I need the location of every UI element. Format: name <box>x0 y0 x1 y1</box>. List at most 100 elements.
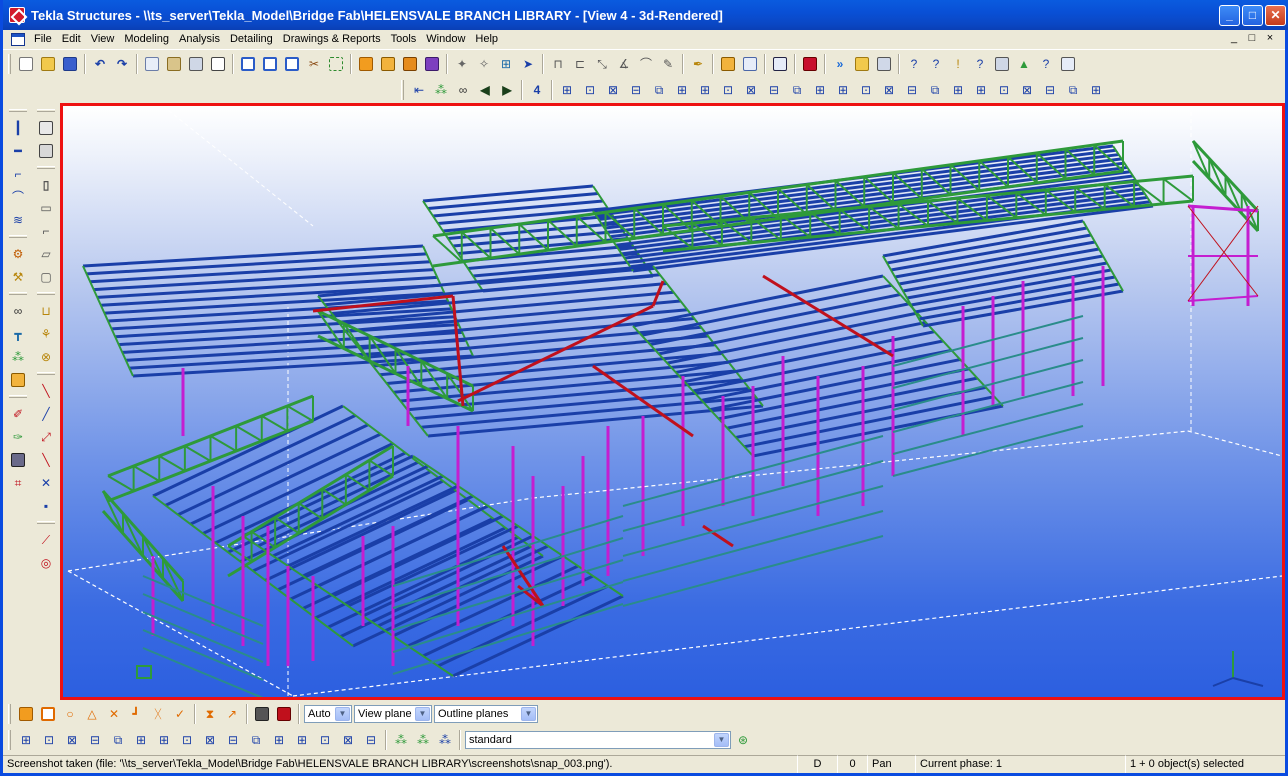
minimize-button[interactable]: _ <box>1219 5 1240 26</box>
select-switch-12-icon[interactable]: ⊞ <box>269 730 289 750</box>
render-icon[interactable] <box>252 704 272 724</box>
snap-midpoint-icon[interactable]: ✧ <box>474 54 494 74</box>
snap-switch-18-icon[interactable]: ⊞ <box>948 80 968 100</box>
purlin[interactable] <box>675 320 927 374</box>
menu-drawings-reports[interactable]: Drawings & Reports <box>278 33 386 45</box>
print-icon[interactable] <box>186 54 206 74</box>
truss-web[interactable] <box>261 415 288 432</box>
clipboard-icon[interactable] <box>208 54 228 74</box>
weld-icon[interactable] <box>400 54 420 74</box>
menu-detailing[interactable]: Detailing <box>225 33 278 45</box>
snap-switch-16-icon[interactable]: ⊟ <box>902 80 922 100</box>
snap-switch-6-icon[interactable]: ⊞ <box>672 80 692 100</box>
select-switch-4-icon[interactable]: ⊟ <box>85 730 105 750</box>
purlin[interactable] <box>437 584 609 668</box>
bolt-icon[interactable] <box>378 54 398 74</box>
new-icon[interactable] <box>16 54 36 74</box>
component-icon[interactable] <box>422 54 442 74</box>
measure-tool-icon[interactable]: ⟋ <box>35 529 57 550</box>
snap-switch-20-icon[interactable]: ⊡ <box>994 80 1014 100</box>
binoculars-icon[interactable]: ∞ <box>453 80 473 100</box>
rafter[interactable] <box>702 524 734 548</box>
angle-tool-icon[interactable]: ╲ <box>35 449 57 470</box>
snap-switch-5-icon[interactable]: ⧉ <box>649 80 669 100</box>
select-switch-9-icon[interactable]: ⊠ <box>200 730 220 750</box>
menu-file[interactable]: File <box>29 33 57 45</box>
marker-icon[interactable]: ✑ <box>7 426 29 447</box>
document-icon[interactable] <box>11 33 25 46</box>
snap-switch-21-icon[interactable]: ⊠ <box>1017 80 1037 100</box>
snap-switch-4-icon[interactable]: ⊟ <box>626 80 646 100</box>
select-switch-5-icon[interactable]: ⧉ <box>108 730 128 750</box>
select-component-icon[interactable]: ⁂ <box>413 730 433 750</box>
redo-icon[interactable]: ↷ <box>112 54 132 74</box>
truss-web[interactable] <box>286 405 314 422</box>
select-object-icon[interactable]: ⁂ <box>435 730 455 750</box>
grid-icon[interactable]: ⊞ <box>496 54 516 74</box>
view-properties-icon[interactable] <box>282 54 302 74</box>
snap-switch-17-icon[interactable]: ⧉ <box>925 80 945 100</box>
view-list-icon[interactable] <box>260 54 280 74</box>
arrow-up-right-icon[interactable]: ↗ <box>222 704 242 724</box>
snap-switch-2-icon[interactable]: ⊡ <box>580 80 600 100</box>
plate-icon[interactable] <box>7 369 29 390</box>
polybeam-icon[interactable]: ⌐ <box>7 163 29 184</box>
truss-web[interactable] <box>1162 177 1194 202</box>
select-cut-icon[interactable]: ᚷ <box>148 704 168 724</box>
snap-icon[interactable]: ✦ <box>452 54 472 74</box>
mesh-icon[interactable]: ⊗ <box>35 346 57 367</box>
close-button[interactable]: ✕ <box>1265 5 1286 26</box>
snap-depth-label[interactable]: 4 <box>527 80 547 100</box>
select-switch-14-icon[interactable]: ⊡ <box>315 730 335 750</box>
filter-settings-icon[interactable]: ⊛ <box>733 730 753 750</box>
polybeam-concrete-icon[interactable]: ⌐ <box>35 220 57 241</box>
folder-icon[interactable] <box>852 54 872 74</box>
settings-icon[interactable]: ▲ <box>1014 54 1034 74</box>
line-icon[interactable]: ⊓ <box>548 54 568 74</box>
structure-model[interactable] <box>63 106 1282 697</box>
snap-all-icon[interactable]: ⁂ <box>431 80 451 100</box>
snap-switch-10-icon[interactable]: ⊟ <box>764 80 784 100</box>
purlin[interactable] <box>477 267 649 285</box>
model-icon[interactable] <box>740 54 760 74</box>
snap-switch-19-icon[interactable]: ⊞ <box>971 80 991 100</box>
toolbar-grip[interactable] <box>37 109 55 112</box>
cut-line-icon[interactable]: ∡ <box>614 54 634 74</box>
select-part-icon[interactable] <box>38 704 58 724</box>
cut-icon[interactable]: ✂ <box>304 54 324 74</box>
purlin[interactable] <box>684 330 935 384</box>
wall-girt[interactable] <box>892 425 1084 477</box>
truss-web[interactable] <box>1208 158 1227 197</box>
toolbar-grip[interactable] <box>401 80 404 100</box>
axis-x[interactable] <box>1232 677 1264 687</box>
circle-tool-icon[interactable]: ◎ <box>35 552 57 573</box>
snap-switch-7-icon[interactable]: ⊞ <box>695 80 715 100</box>
paste-icon[interactable] <box>164 54 184 74</box>
snap-switch-3-icon[interactable]: ⊠ <box>603 80 623 100</box>
binoculars-tool-icon[interactable]: ∞ <box>7 300 29 321</box>
query-icon[interactable] <box>874 54 894 74</box>
clash-icon[interactable] <box>770 54 790 74</box>
view-plane-dropdown[interactable]: View plane ▼ <box>354 705 432 723</box>
select-corner-icon[interactable]: ┛ <box>126 704 146 724</box>
mdi-close-button[interactable]: × <box>1263 32 1277 46</box>
menu-window[interactable]: Window <box>421 33 470 45</box>
polyline-tool-icon[interactable]: ╱ <box>35 403 57 424</box>
purlin[interactable] <box>432 199 604 218</box>
purlin[interactable] <box>427 192 599 210</box>
lock-icon[interactable] <box>992 54 1012 74</box>
rebar-group-icon[interactable]: ⚘ <box>35 323 57 344</box>
auto-select-dropdown[interactable]: Auto ▼ <box>304 705 352 723</box>
select-point-icon[interactable]: ○ <box>60 704 80 724</box>
column-icon[interactable]: ┃ <box>7 117 29 138</box>
truss-web[interactable] <box>209 435 237 452</box>
truss-web[interactable] <box>432 235 463 263</box>
weld-tool-icon[interactable]: ⚒ <box>7 266 29 287</box>
snap-switch-11-icon[interactable]: ⧉ <box>787 80 807 100</box>
polygon-cut-icon[interactable]: ⌒ <box>636 54 656 74</box>
select-check-icon[interactable]: ✓ <box>170 704 190 724</box>
menu-tools[interactable]: Tools <box>386 33 422 45</box>
numbering-icon[interactable] <box>718 54 738 74</box>
snap-switch-24-icon[interactable]: ⊞ <box>1086 80 1106 100</box>
menu-help[interactable]: Help <box>470 33 503 45</box>
